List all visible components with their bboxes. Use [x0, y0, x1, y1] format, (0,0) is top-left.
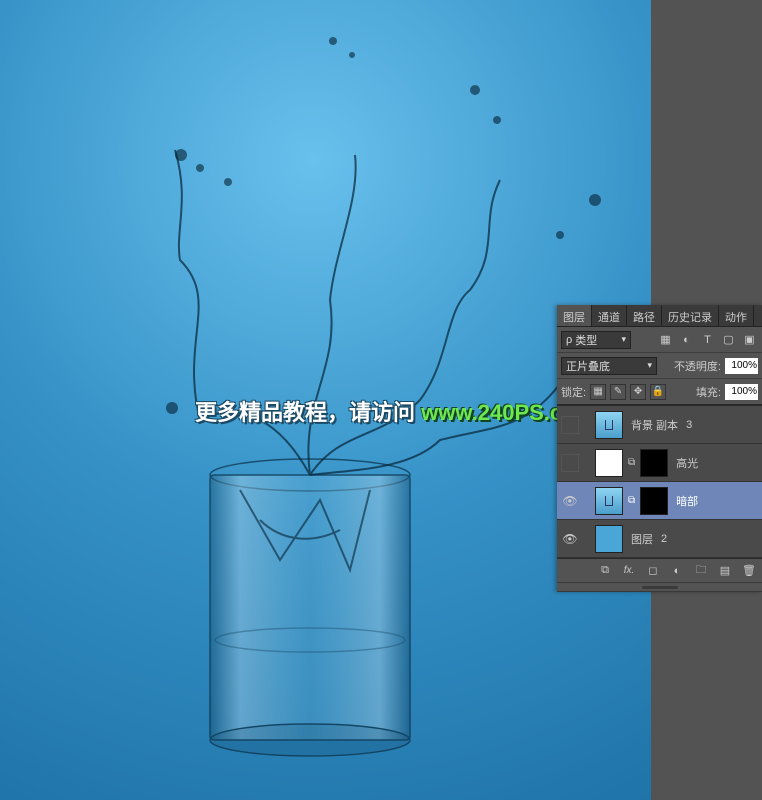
lock-row: 锁定: ▦ ✎ ✥ 🔒 填充: 100%: [557, 379, 762, 405]
panel-tabs: 图层 通道 路径 历史记录 动作: [557, 305, 762, 327]
layer-thumbnail[interactable]: [595, 411, 623, 439]
add-mask-icon[interactable]: ◻: [646, 564, 660, 578]
lock-all-icon[interactable]: 🔒: [650, 384, 666, 400]
layer-kind-dropdown[interactable]: ρ 类型: [561, 331, 631, 349]
filter-adjust-icon[interactable]: ◐: [678, 331, 695, 348]
blend-mode-row: 正片叠底 不透明度: 100%: [557, 353, 762, 379]
visibility-toggle[interactable]: [561, 416, 579, 434]
layers-panel-footer: ⧉ fx. ◻ ◐ 🗀 ▤ 🗑: [557, 558, 762, 582]
filter-type-row: ρ 类型 ▦ ◐ T ▢ ▣: [557, 327, 762, 353]
tab-paths[interactable]: 路径: [627, 305, 662, 326]
layer-row[interactable]: 👁 图层 2: [557, 520, 762, 558]
link-layers-icon[interactable]: ⧉: [598, 564, 612, 578]
layer-thumbnail[interactable]: [595, 449, 623, 477]
opacity-field[interactable]: 100%: [725, 358, 758, 374]
layer-row[interactable]: ⧉ 高光: [557, 444, 762, 482]
adjustment-layer-icon[interactable]: ◐: [670, 564, 684, 578]
lock-transparent-icon[interactable]: ▦: [590, 384, 606, 400]
layer-num: 3: [682, 419, 692, 431]
fill-field[interactable]: 100%: [725, 384, 758, 400]
search-icon: ρ: [566, 334, 572, 346]
layer-name: 图层: [627, 531, 653, 547]
tab-history[interactable]: 历史记录: [662, 305, 719, 326]
fx-icon[interactable]: fx.: [622, 564, 636, 578]
layer-thumbnail[interactable]: [595, 487, 623, 515]
new-group-icon[interactable]: 🗀: [694, 564, 708, 578]
fill-label: 填充:: [696, 384, 721, 400]
canvas-area: 更多精品教程，请访问 www.240PS.com: [0, 0, 651, 800]
layer-name: 背景 副本: [627, 417, 678, 433]
lock-brush-icon[interactable]: ✎: [610, 384, 626, 400]
tab-layers[interactable]: 图层: [557, 305, 592, 326]
watermark-prefix: 更多精品教程，请访问: [195, 400, 421, 425]
tab-channels[interactable]: 通道: [592, 305, 627, 326]
layers-panel: 图层 通道 路径 历史记录 动作 ρ 类型 ▦ ◐ T ▢ ▣ 正片叠底 不透明…: [557, 305, 762, 592]
mask-link-icon[interactable]: ⧉: [627, 457, 636, 468]
opacity-label: 不透明度:: [674, 358, 721, 374]
mask-link-icon[interactable]: ⧉: [627, 495, 636, 506]
filter-shape-icon[interactable]: ▢: [720, 331, 737, 348]
layer-num: 2: [657, 533, 667, 545]
layer-name: 高光: [672, 455, 698, 471]
visibility-toggle[interactable]: 👁: [561, 492, 579, 510]
delete-layer-icon[interactable]: 🗑: [742, 564, 756, 578]
tab-actions[interactable]: 动作: [719, 305, 754, 326]
blend-mode-value: 正片叠底: [566, 358, 610, 374]
filter-smart-icon[interactable]: ▣: [741, 331, 758, 348]
blend-mode-dropdown[interactable]: 正片叠底: [561, 357, 657, 375]
layer-list: 背景 副本 3 ⧉ 高光 👁 ⧉ 暗部 👁 图层 2: [557, 405, 762, 558]
layer-mask-thumbnail[interactable]: [640, 487, 668, 515]
kind-label: 类型: [575, 332, 597, 348]
lock-move-icon[interactable]: ✥: [630, 384, 646, 400]
new-layer-icon[interactable]: ▤: [718, 564, 732, 578]
layer-row[interactable]: 背景 副本 3: [557, 406, 762, 444]
panel-resize-grip[interactable]: [557, 582, 762, 592]
lock-label: 锁定:: [561, 384, 586, 400]
layer-row[interactable]: 👁 ⧉ 暗部: [557, 482, 762, 520]
layer-name: 暗部: [672, 493, 698, 509]
filter-image-icon[interactable]: ▦: [657, 331, 674, 348]
visibility-toggle[interactable]: 👁: [561, 530, 579, 548]
layer-thumbnail[interactable]: [595, 525, 623, 553]
layer-mask-thumbnail[interactable]: [640, 449, 668, 477]
visibility-toggle[interactable]: [561, 454, 579, 472]
watermark-text: 更多精品教程，请访问 www.240PS.com: [195, 395, 595, 427]
filter-text-icon[interactable]: T: [699, 331, 716, 348]
